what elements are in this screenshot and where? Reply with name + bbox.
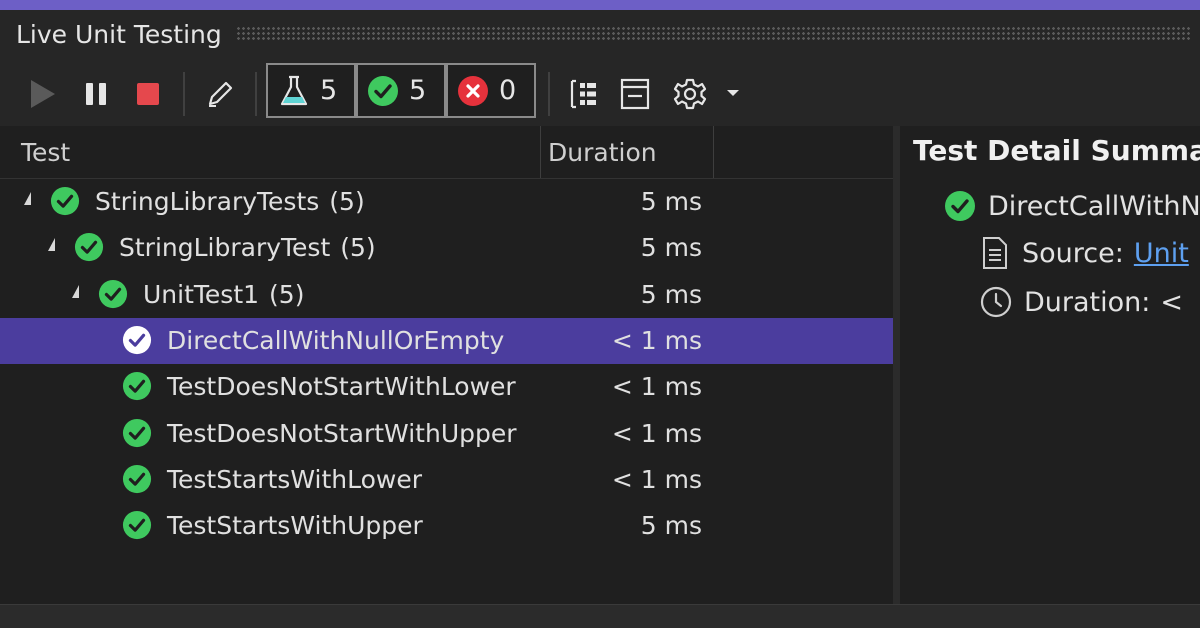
- edit-icon: [208, 81, 233, 107]
- test-tree-row[interactable]: UnitTest1 (5) 5 ms: [0, 272, 893, 318]
- pause-button[interactable]: [76, 74, 116, 114]
- stop-icon: [137, 83, 159, 105]
- test-duration: 5 ms: [640, 279, 702, 309]
- clock-icon: [980, 286, 1012, 318]
- document-icon: [983, 237, 1007, 269]
- test-tree-row[interactable]: TestDoesNotStartWithLower < 1 ms: [0, 364, 893, 410]
- flask-icon: [280, 75, 308, 105]
- source-link[interactable]: Unit: [1134, 238, 1189, 269]
- check-circle-icon: [122, 325, 152, 359]
- test-tree-row[interactable]: StringLibraryTest (5) 5 ms: [0, 225, 893, 271]
- test-name: UnitTest1: [143, 279, 260, 309]
- check-circle-icon: [122, 418, 152, 452]
- failed-tests-counter[interactable]: 0: [446, 63, 536, 118]
- test-name: TestStartsWithUpper: [167, 511, 423, 541]
- passed-tests-counter[interactable]: 5: [356, 63, 446, 118]
- check-circle-icon: [122, 464, 152, 498]
- failed-count: 0: [499, 75, 517, 106]
- play-icon: [31, 80, 55, 108]
- duration-value: <: [1160, 286, 1183, 318]
- test-duration: < 1 ms: [611, 325, 702, 355]
- dropdown-arrow-icon: [727, 90, 739, 96]
- test-name: DirectCallWithNullOrEmpty: [167, 325, 505, 355]
- edit-playlist-button[interactable]: [200, 74, 240, 114]
- test-name: TestDoesNotStartWithLower: [167, 372, 516, 402]
- test-name: StringLibraryTest: [119, 233, 331, 263]
- stop-button[interactable]: [128, 74, 168, 114]
- test-duration: < 1 ms: [611, 372, 702, 402]
- duration-label: Duration:: [1024, 286, 1151, 318]
- test-explorer-panel: Test Duration StringLibraryTests (5) 5 ms S…: [0, 126, 893, 604]
- test-label: StringLibraryTest (5): [119, 233, 376, 262]
- test-tree-row[interactable]: TestDoesNotStartWithUpper < 1 ms: [0, 411, 893, 457]
- column-divider[interactable]: [713, 126, 714, 178]
- panel-splitter[interactable]: [893, 126, 900, 604]
- settings-button[interactable]: [670, 74, 710, 114]
- test-name: StringLibraryTests: [95, 187, 320, 216]
- tree-view-icon: [570, 79, 596, 109]
- show-details-button[interactable]: [615, 74, 655, 114]
- test-duration: 5 ms: [640, 187, 702, 216]
- gear-icon: [673, 78, 707, 110]
- test-duration: 5 ms: [640, 233, 702, 263]
- test-label: StringLibraryTests (5): [95, 187, 365, 216]
- check-circle-icon: [74, 232, 104, 266]
- detail-duration: Duration: <: [980, 286, 1183, 318]
- check-circle-icon: [50, 186, 80, 220]
- column-divider[interactable]: [540, 126, 541, 178]
- detail-test-name: DirectCallWithN: [944, 190, 1200, 222]
- check-circle-icon: [122, 371, 152, 405]
- toolbar-separator: [548, 72, 550, 116]
- window-title: Live Unit Testing: [16, 19, 222, 49]
- duration-column-header[interactable]: Duration: [548, 138, 657, 167]
- error-circle-icon: [458, 75, 488, 106]
- pause-icon: [86, 83, 106, 105]
- test-name: TestDoesNotStartWithUpper: [167, 418, 517, 448]
- test-name: TestStartsWithLower: [167, 464, 422, 494]
- test-tree-row[interactable]: TestStartsWithLower < 1 ms: [0, 457, 893, 503]
- test-count: (5): [340, 233, 376, 263]
- group-by-button[interactable]: [563, 74, 603, 114]
- start-button[interactable]: [22, 74, 62, 114]
- column-header: Test Duration: [0, 126, 893, 179]
- check-circle-icon: [368, 75, 398, 106]
- test-detail-panel: Test Detail Summar DirectCallWithN Sourc…: [900, 126, 1200, 604]
- toolbar-separator: [255, 72, 257, 116]
- test-tree-row[interactable]: StringLibraryTests (5) 5 ms: [0, 179, 893, 225]
- bottom-border: [0, 604, 1200, 628]
- test-duration: < 1 ms: [611, 418, 702, 448]
- panel-icon: [620, 78, 650, 110]
- check-circle-icon: [98, 279, 128, 313]
- source-label: Source:: [1022, 237, 1124, 269]
- detail-source: Source: Unit: [980, 236, 1189, 270]
- expand-collapse-icon[interactable]: [24, 192, 31, 205]
- test-tree-row[interactable]: DirectCallWithNullOrEmpty < 1 ms: [0, 317, 893, 364]
- passed-count: 5: [409, 75, 427, 106]
- window-accent-bar: [0, 0, 1200, 10]
- test-duration: < 1 ms: [611, 464, 702, 494]
- detail-test-name-text: DirectCallWithN: [988, 190, 1200, 222]
- test-duration: 5 ms: [640, 511, 702, 541]
- total-tests-counter[interactable]: 5: [266, 63, 356, 118]
- settings-dropdown[interactable]: [722, 82, 744, 104]
- expand-collapse-icon[interactable]: [48, 238, 55, 252]
- test-tree-row[interactable]: TestStartsWithUpper 5 ms: [0, 503, 893, 549]
- test-count: (5): [269, 279, 305, 309]
- tool-window-titlebar[interactable]: Live Unit Testing: [0, 10, 1200, 58]
- detail-title: Test Detail Summar: [913, 134, 1200, 167]
- titlebar-grip[interactable]: [235, 26, 1190, 42]
- toolbar-separator: [183, 72, 185, 116]
- test-label: UnitTest1 (5): [143, 280, 304, 309]
- test-column-header[interactable]: Test: [21, 138, 70, 167]
- expand-collapse-icon[interactable]: [72, 284, 79, 298]
- check-circle-icon: [945, 191, 975, 221]
- test-count: (5): [329, 187, 365, 216]
- total-count: 5: [320, 75, 338, 106]
- check-circle-icon: [122, 510, 152, 544]
